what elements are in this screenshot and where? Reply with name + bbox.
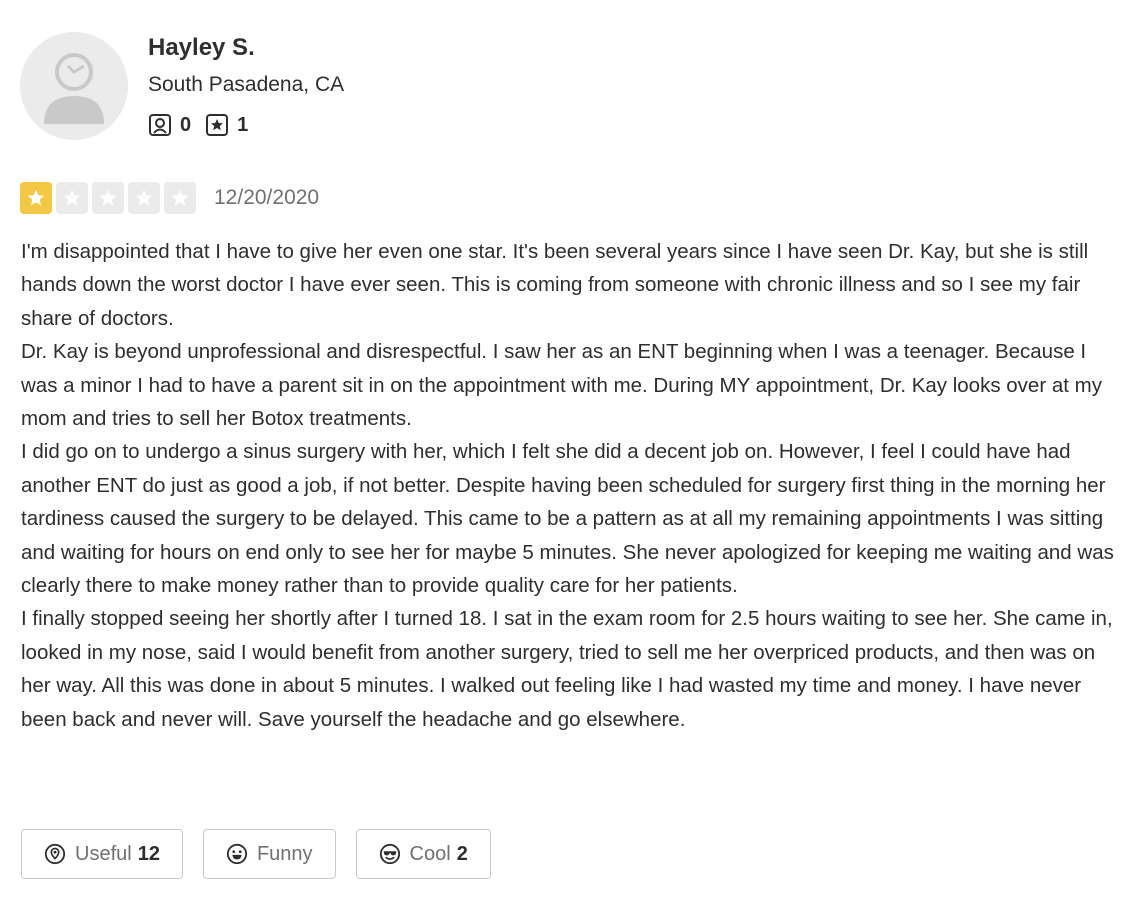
avatar[interactable] <box>20 32 128 140</box>
review-date: 12/20/2020 <box>214 186 320 209</box>
review-paragraph: I did go on to undergo a sinus surgery w… <box>21 440 1114 598</box>
useful-label: Useful <box>75 842 132 865</box>
review-count-icon <box>206 114 229 136</box>
rating-star-3 <box>92 182 124 214</box>
star-icon <box>99 189 117 206</box>
rating-star-1 <box>20 182 52 214</box>
star-icon <box>63 189 81 206</box>
rating-star-2 <box>56 182 88 214</box>
friends-stat: 0 <box>148 113 191 137</box>
avatar-placeholder-icon <box>44 53 104 124</box>
star-icon <box>171 189 189 206</box>
star-icon <box>27 189 45 206</box>
reviews-stat: 1 <box>205 113 248 137</box>
rating-row: 12/20/2020 <box>20 182 319 214</box>
cool-icon <box>379 843 400 865</box>
funny-label: Funny <box>256 842 313 865</box>
reaction-buttons: Useful 12 Funny Cool 2 <box>21 829 511 879</box>
useful-button[interactable]: Useful 12 <box>21 829 183 879</box>
funny-button[interactable]: Funny <box>202 829 336 879</box>
cool-button[interactable]: Cool 2 <box>355 829 491 879</box>
rating-star-4 <box>128 182 160 214</box>
star-icon <box>135 189 153 206</box>
friends-icon <box>149 114 171 136</box>
user-stats: 0 1 <box>148 113 262 137</box>
useful-icon <box>44 843 66 865</box>
friends-count: 0 <box>180 113 192 136</box>
review-paragraph: I'm disappointed that I have to give her… <box>21 240 1089 330</box>
cool-label: Cool <box>409 842 451 865</box>
rating-star-5 <box>164 182 196 214</box>
review-paragraph: I finally stopped seeing her shortly aft… <box>21 607 1113 731</box>
user-name[interactable]: Hayley S. <box>148 34 255 62</box>
funny-icon <box>226 843 248 865</box>
user-location: South Pasadena, CA <box>148 73 345 96</box>
review-paragraph: Dr. Kay is beyond unprofessional and dis… <box>21 340 1102 431</box>
useful-count: 12 <box>137 842 160 865</box>
cool-count: 2 <box>456 842 468 865</box>
review-text: I'm disappointed that I have to give her… <box>21 235 1116 736</box>
reviews-count: 1 <box>237 113 249 136</box>
